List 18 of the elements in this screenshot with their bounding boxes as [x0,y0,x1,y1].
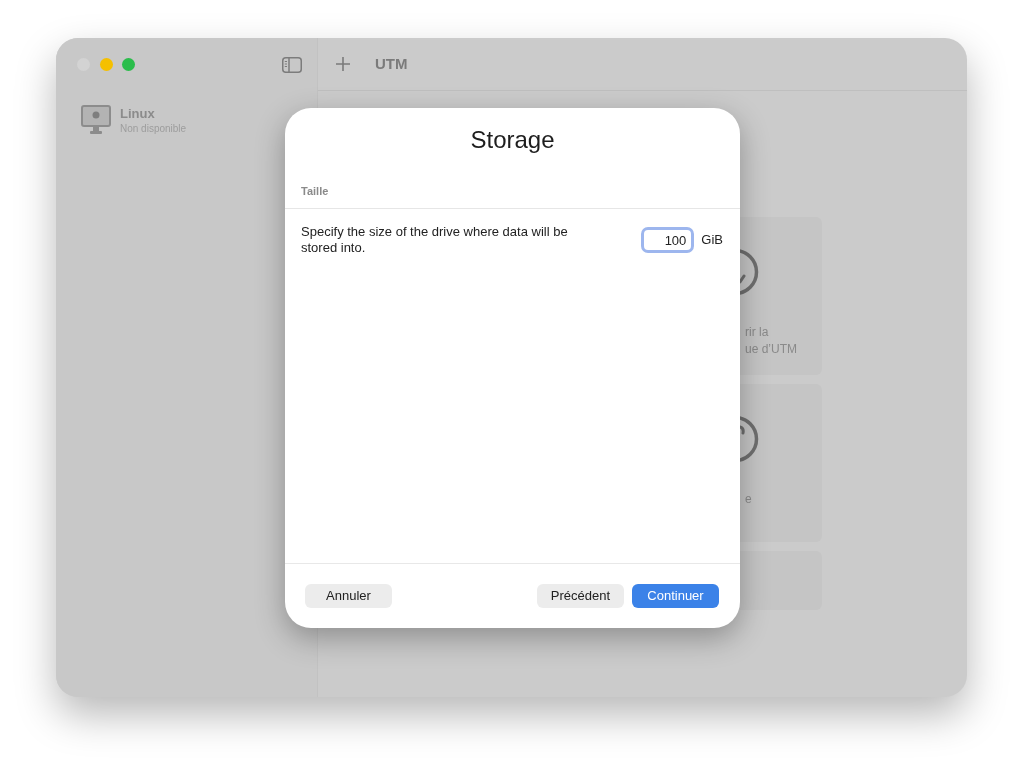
sidebar-toggle-icon[interactable] [282,56,302,73]
ring-icon [740,247,760,297]
plus-icon[interactable] [336,57,350,71]
description-text: Specify the size of the drive where data will be stored into. [301,224,569,256]
dialog-title: Storage [470,125,555,155]
monitor-icon [81,105,111,135]
ring-icon [740,414,760,464]
back-button[interactable]: Précédent [536,584,624,608]
vm-name: Linux [120,105,156,122]
cancel-button[interactable]: Annuler [305,584,392,608]
minimize-light-icon[interactable] [99,58,113,71]
card-label: ue d’UTM [745,341,798,358]
unit-label: GiB [701,231,723,250]
section-header: Taille [301,185,329,197]
zoom-light-icon[interactable] [122,58,135,71]
window-title: UTM [375,53,408,74]
size-field[interactable]: 100 [641,227,695,253]
continue-button[interactable]: Continuer [632,584,719,608]
